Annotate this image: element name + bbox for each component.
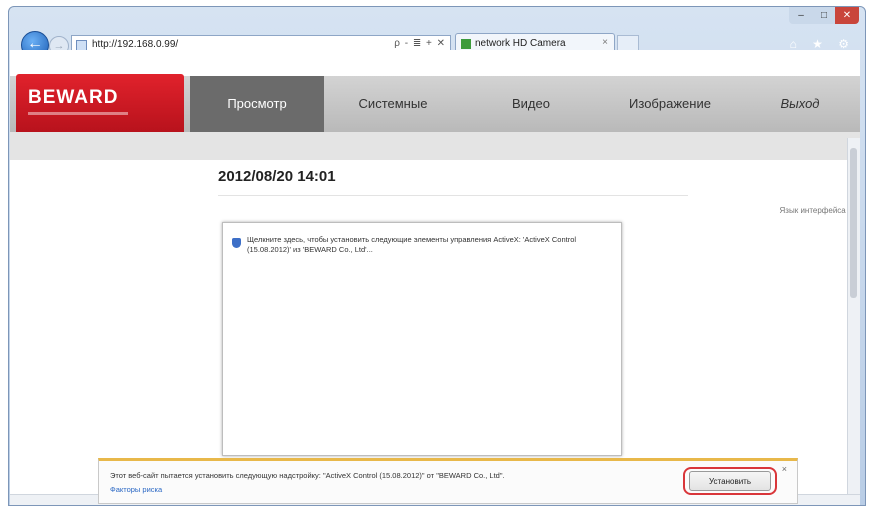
- toolbar-icons[interactable]: ⌂ ★ ⚙: [790, 37, 855, 51]
- logo-underline: [28, 112, 128, 115]
- tab-label: network HD Camera: [475, 38, 566, 49]
- shield-icon: [232, 238, 241, 248]
- camera-datetime: 2012/08/20 14:01: [218, 168, 336, 185]
- nav-logout[interactable]: Выход: [740, 76, 860, 132]
- install-button[interactable]: Установить: [689, 471, 771, 491]
- window-controls: – □ ✕: [789, 7, 859, 25]
- language-select[interactable]: Язык интерфейса ▾: [780, 206, 852, 215]
- notification-text: Этот веб-сайт пытается установить следую…: [110, 471, 505, 480]
- maximize-button[interactable]: □: [813, 7, 835, 24]
- nav-video[interactable]: Видео: [462, 76, 600, 132]
- address-url[interactable]: http://192.168.0.99/: [92, 39, 178, 50]
- page-content: Просмотр Системные Видео Изображение Вых…: [10, 50, 860, 496]
- address-tools[interactable]: ρ - ≣ + ✕: [394, 38, 446, 49]
- nav-view[interactable]: Просмотр: [190, 76, 324, 132]
- video-plugin-area[interactable]: Щелкните здесь, чтобы установить следующ…: [222, 222, 622, 456]
- beward-logo[interactable]: BEWARD: [16, 74, 184, 136]
- logo-text: BEWARD: [28, 87, 119, 108]
- vertical-scrollbar[interactable]: [847, 138, 860, 496]
- sub-bar: [10, 132, 860, 160]
- title-bar: ← → http://192.168.0.99/ ρ - ≣ + ✕ netwo…: [9, 7, 865, 59]
- close-button[interactable]: ✕: [835, 7, 859, 24]
- activex-install-message[interactable]: Щелкните здесь, чтобы установить следующ…: [247, 235, 577, 255]
- notification-close-icon[interactable]: ×: [782, 464, 787, 474]
- minimize-button[interactable]: –: [789, 7, 813, 24]
- nav-system[interactable]: Системные: [324, 76, 462, 132]
- tab-close-icon[interactable]: ×: [602, 37, 608, 48]
- scroll-thumb[interactable]: [850, 148, 857, 298]
- risk-factors-link[interactable]: Факторы риска: [110, 485, 162, 494]
- nav-image[interactable]: Изображение: [600, 76, 740, 132]
- addon-notification-bar: Этот веб-сайт пытается установить следую…: [98, 458, 798, 504]
- divider: [218, 195, 688, 196]
- favicon-icon: [461, 39, 471, 49]
